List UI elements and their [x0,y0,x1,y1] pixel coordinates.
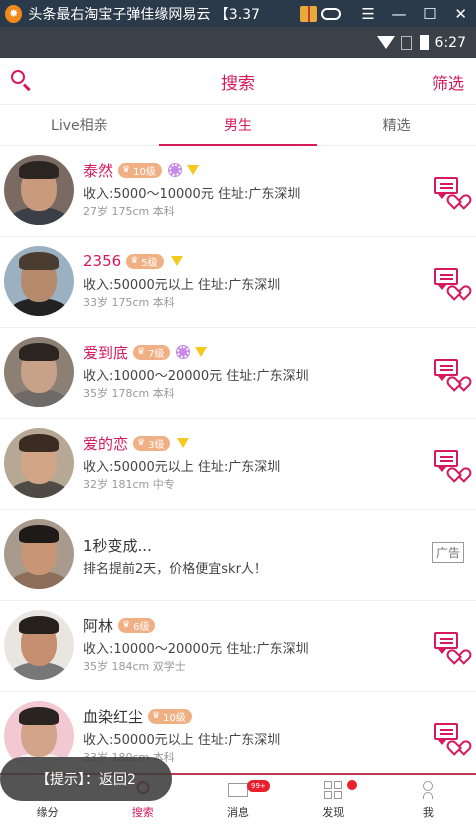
level-badge: ♛ 6级 [118,617,156,633]
nav-discover[interactable]: 发现 [286,775,381,826]
nav-messages[interactable]: 消息 [190,775,285,826]
gift-icon[interactable] [299,5,318,22]
user-row[interactable]: 2356 ♛ 5级 收入:50000元以上 住址:广东深圳 33岁 175cm 本… [0,237,476,328]
user-row[interactable]: 爱的恋 ♛ 3级 收入:50000元以上 住址:广东深圳 32岁 181cm 中专 [0,419,476,510]
diamond-badge-icon [195,347,208,357]
crown-icon: ♛ [137,347,146,357]
user-name: 爱到底 [83,343,129,362]
ad-avatar[interactable] [4,519,74,589]
user-meta: 27岁 175cm 本科 [83,205,175,218]
user-name: 血染红尘 [83,707,144,726]
user-row[interactable]: 阿林 ♛ 6级 收入:10000～20000元 住址:广东深圳 35岁 184cm… [0,601,476,692]
message-heart-icon[interactable] [434,177,464,203]
message-heart-icon[interactable] [434,268,464,294]
message-heart-icon[interactable] [434,450,464,476]
page-title: 搜索 [221,73,255,94]
user-list: 泰然 ♛ 10级 收入:5000～10000元 住址:广东深圳 27岁 175cm… [0,146,476,783]
grid-icon [324,781,343,799]
nav-label: 缘分 [36,806,59,819]
nav-label: 发现 [322,806,345,819]
user-name: 泰然 [83,161,114,180]
crown-icon: ♛ [122,165,131,175]
person-body-icon [423,792,434,799]
message-heart-icon[interactable] [434,359,464,385]
crown-icon: ♛ [130,256,139,266]
discover-dot-badge [347,780,357,790]
diamond-badge-icon [170,256,183,266]
diamond-badge-icon [177,438,190,448]
income-address: 收入:50000元以上 住址:广东深圳 [83,733,281,748]
level-badge: ♛ 7级 [133,344,171,360]
ad-tag: 广告 [431,542,464,563]
avatar[interactable] [4,155,74,225]
level-badge: ♛ 5级 [126,253,164,269]
maximize-icon[interactable]: ☐ [414,5,445,23]
app-header: 搜索 筛选 [0,58,476,104]
crown-icon: ♛ [122,620,131,630]
income-address: 收入:10000～20000元 住址:广东深圳 [83,642,309,657]
diamond-badge-icon [186,165,199,175]
filter-button[interactable]: 筛选 [432,70,464,94]
sim-icon [400,35,412,50]
message-heart-icon[interactable] [434,632,464,658]
status-time: 6:27 [434,34,466,51]
user-row[interactable]: 爱到底 ♛ 7级 收入:10000～20000元 住址:广东深圳 35岁 178c… [0,328,476,419]
close-icon[interactable]: ✕ [445,5,476,23]
user-name: 2356 [83,252,122,270]
flower-badge-icon [177,346,190,358]
nav-label: 消息 [227,806,249,819]
nav-label: 搜索 [131,806,154,819]
person-icon [423,781,434,791]
income-address: 收入:50000元以上 住址:广东深圳 [83,460,281,475]
gamepad-icon[interactable] [321,7,341,20]
emulator-title: 头条最右淘宝子弹佳缘网易云 【3.37 [28,6,260,23]
ad-title: 1秒变成... [83,536,152,555]
tab-featured[interactable]: 精选 [317,105,476,145]
user-row[interactable]: 泰然 ♛ 10级 收入:5000～10000元 住址:广东深圳 27岁 175cm… [0,146,476,237]
user-name: 爱的恋 [83,434,129,453]
wifi-icon [376,36,395,49]
tab-male[interactable]: 男生 [158,105,318,146]
income-address: 收入:10000～20000元 住址:广东深圳 [83,369,309,384]
message-count-badge: 99+ [247,780,270,792]
search-icon[interactable] [10,69,34,93]
status-bar: 6:27 [0,27,476,58]
nav-label: 我 [422,806,434,819]
toast-message: 【提示】：返回2 [0,757,172,801]
avatar[interactable] [4,246,74,316]
level-badge: ♛ 3级 [133,435,171,451]
avatar[interactable] [4,337,74,407]
flower-badge-icon [168,164,181,176]
income-address: 收入:50000元以上 住址:广东深圳 [83,278,281,293]
user-name: 阿林 [83,616,114,635]
ad-row[interactable]: 1秒变成... 排名提前2天，价格便宜skr人！ 广告 [0,510,476,601]
user-meta: 35岁 184cm 双学士 [83,660,186,673]
tab-bar: Live相亲 男生 精选 [0,104,476,146]
crown-icon: ♛ [152,711,161,721]
level-badge: ♛ 10级 [148,708,192,724]
menu-icon[interactable]: ☰ [353,5,384,23]
emulator-title-bar: ✸ 头条最右淘宝子弹佳缘网易云 【3.37 ☰ — ☐ ✕ [0,0,476,27]
battery-icon [419,35,429,50]
avatar[interactable] [4,428,74,498]
minimize-icon[interactable]: — [384,5,415,23]
level-badge: ♛ 10级 [118,162,162,178]
user-meta: 33岁 175cm 本科 [83,296,175,309]
user-meta: 32岁 181cm 中专 [83,478,175,491]
emulator-logo-icon: ✸ [5,4,23,23]
mail-icon [228,783,248,797]
tab-live-dating[interactable]: Live相亲 [0,105,159,145]
user-meta: 35岁 178cm 本科 [83,387,175,400]
ad-description: 排名提前2天，价格便宜skr人！ [83,562,267,577]
crown-icon: ♛ [137,438,146,448]
app-window: ✸ 头条最右淘宝子弹佳缘网易云 【3.37 ☰ — ☐ ✕ 6:27 搜索 筛选… [0,0,476,826]
message-heart-icon[interactable] [434,723,464,749]
nav-me[interactable]: 我 [381,775,476,826]
income-address: 收入:5000～10000元 住址:广东深圳 [83,187,301,202]
avatar[interactable] [4,610,74,680]
